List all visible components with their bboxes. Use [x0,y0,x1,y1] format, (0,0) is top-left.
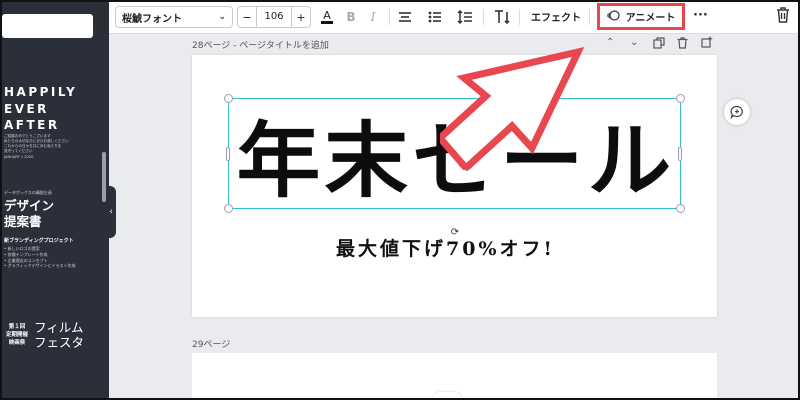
font-size-input[interactable]: 106 [256,7,292,27]
annotation-arrow-icon [440,46,585,170]
text-color-button[interactable]: A [320,8,334,26]
page-tab-handle[interactable] [432,392,462,400]
template-film-line: 第１回 [8,324,26,330]
text-toolbar: 桜鯱フォント ⌄ − 106 + A B I エフェクト アニメート ··· [109,0,800,34]
resize-handle[interactable] [676,94,685,103]
template-wedding[interactable]: HAPPILY EVER AFTER [4,84,77,134]
subtitle-text[interactable]: 最大値下げ70%オフ! [336,234,555,261]
template-wedding-body: ご結婚おめでとうございます 私たちの大切な日にぜひお越しください これからの日々… [4,134,94,160]
resize-handle[interactable] [224,204,233,213]
add-comment-button[interactable] [724,99,750,125]
text-color-icon: A [321,9,333,24]
decrease-font-size-button[interactable]: − [238,11,256,24]
font-family-value: 桜鯱フォント [122,13,182,25]
template-title-line: AFTER [4,118,60,132]
resize-handle[interactable] [224,94,233,103]
more-options-button[interactable]: ··· [693,8,708,23]
italic-icon[interactable]: I [367,8,379,26]
template-title-line: HAPPILY [4,85,78,99]
template-design-kicker: データポックスの精鋭企画 [4,190,52,195]
line-spacing-icon[interactable] [457,8,473,26]
effects-button[interactable]: エフェクト [531,9,581,24]
bold-icon[interactable]: B [345,8,357,26]
toolbar-divider [483,9,484,25]
template-film-line: 映画祭 [8,340,26,346]
resize-handle-side[interactable] [678,147,682,161]
trash-icon[interactable] [776,6,792,26]
list-item: グラフィックデザインとイラスト作成 [4,263,76,269]
template-design-subtitle: 新ブランディングプロジェクト [4,238,74,244]
template-title-line: フェスタ [34,335,85,350]
template-title-line: EVER [4,101,49,116]
template-film-left: 第１回 定期開催 映画祭 [4,323,30,347]
template-film[interactable]: フィルム フェスタ [34,320,84,350]
resize-handle[interactable] [676,204,685,213]
page-title[interactable]: 29ページ [192,337,230,350]
template-body-line: 見守ってください [4,149,33,153]
template-film-line: 定期開催 [5,332,28,338]
template-body-line: JANUARY 1 2020 [4,155,34,159]
comment-icon [730,105,743,119]
animate-button[interactable]: アニメート [597,3,685,30]
template-title-line: 提案書 [4,214,42,229]
sidebar-search-input[interactable] [2,14,93,38]
chevron-up-icon[interactable]: ⌃ [606,37,614,48]
animate-icon [606,9,620,25]
align-center-icon[interactable] [397,8,413,26]
duplicate-page-icon[interactable] [653,37,665,52]
svg-text:A: A [323,9,331,22]
template-sidebar: HAPPILY EVER AFTER ご結婚おめでとうございます 私たちの大切な… [0,0,109,400]
delete-page-icon[interactable] [677,37,688,52]
toolbar-divider [589,9,590,25]
font-size-stepper[interactable]: − 106 + [237,6,311,28]
collapse-sidebar-button[interactable]: ‹ [106,186,116,238]
chevron-left-icon: ‹ [109,207,113,217]
toolbar-divider [519,9,520,25]
resize-handle-side[interactable] [226,147,230,161]
template-design-bullets: 新しいロゴの提案 各種テンプレート作成 企業理念のコンセプト グラフィックデザイ… [4,246,76,269]
chevron-down-icon: ⌄ [218,12,226,22]
template-title-line: デザイン [4,198,55,213]
template-design[interactable]: デザイン 提案書 [4,198,54,230]
template-title-line: フィルム [34,320,84,335]
bullet-list-icon[interactable] [427,8,443,26]
chevron-down-icon[interactable]: ⌄ [630,37,638,48]
font-family-select[interactable]: 桜鯱フォント ⌄ [115,6,233,28]
increase-font-size-button[interactable]: + [292,11,310,24]
animate-label: アニメート [625,13,676,24]
rotate-icon[interactable]: ⟳ [449,227,461,239]
add-page-icon[interactable] [701,36,713,51]
toolbar-divider [389,9,390,25]
text-orientation-icon[interactable] [493,8,511,26]
page-title[interactable]: 28ページ - ページタイトルを追加 [192,38,329,51]
